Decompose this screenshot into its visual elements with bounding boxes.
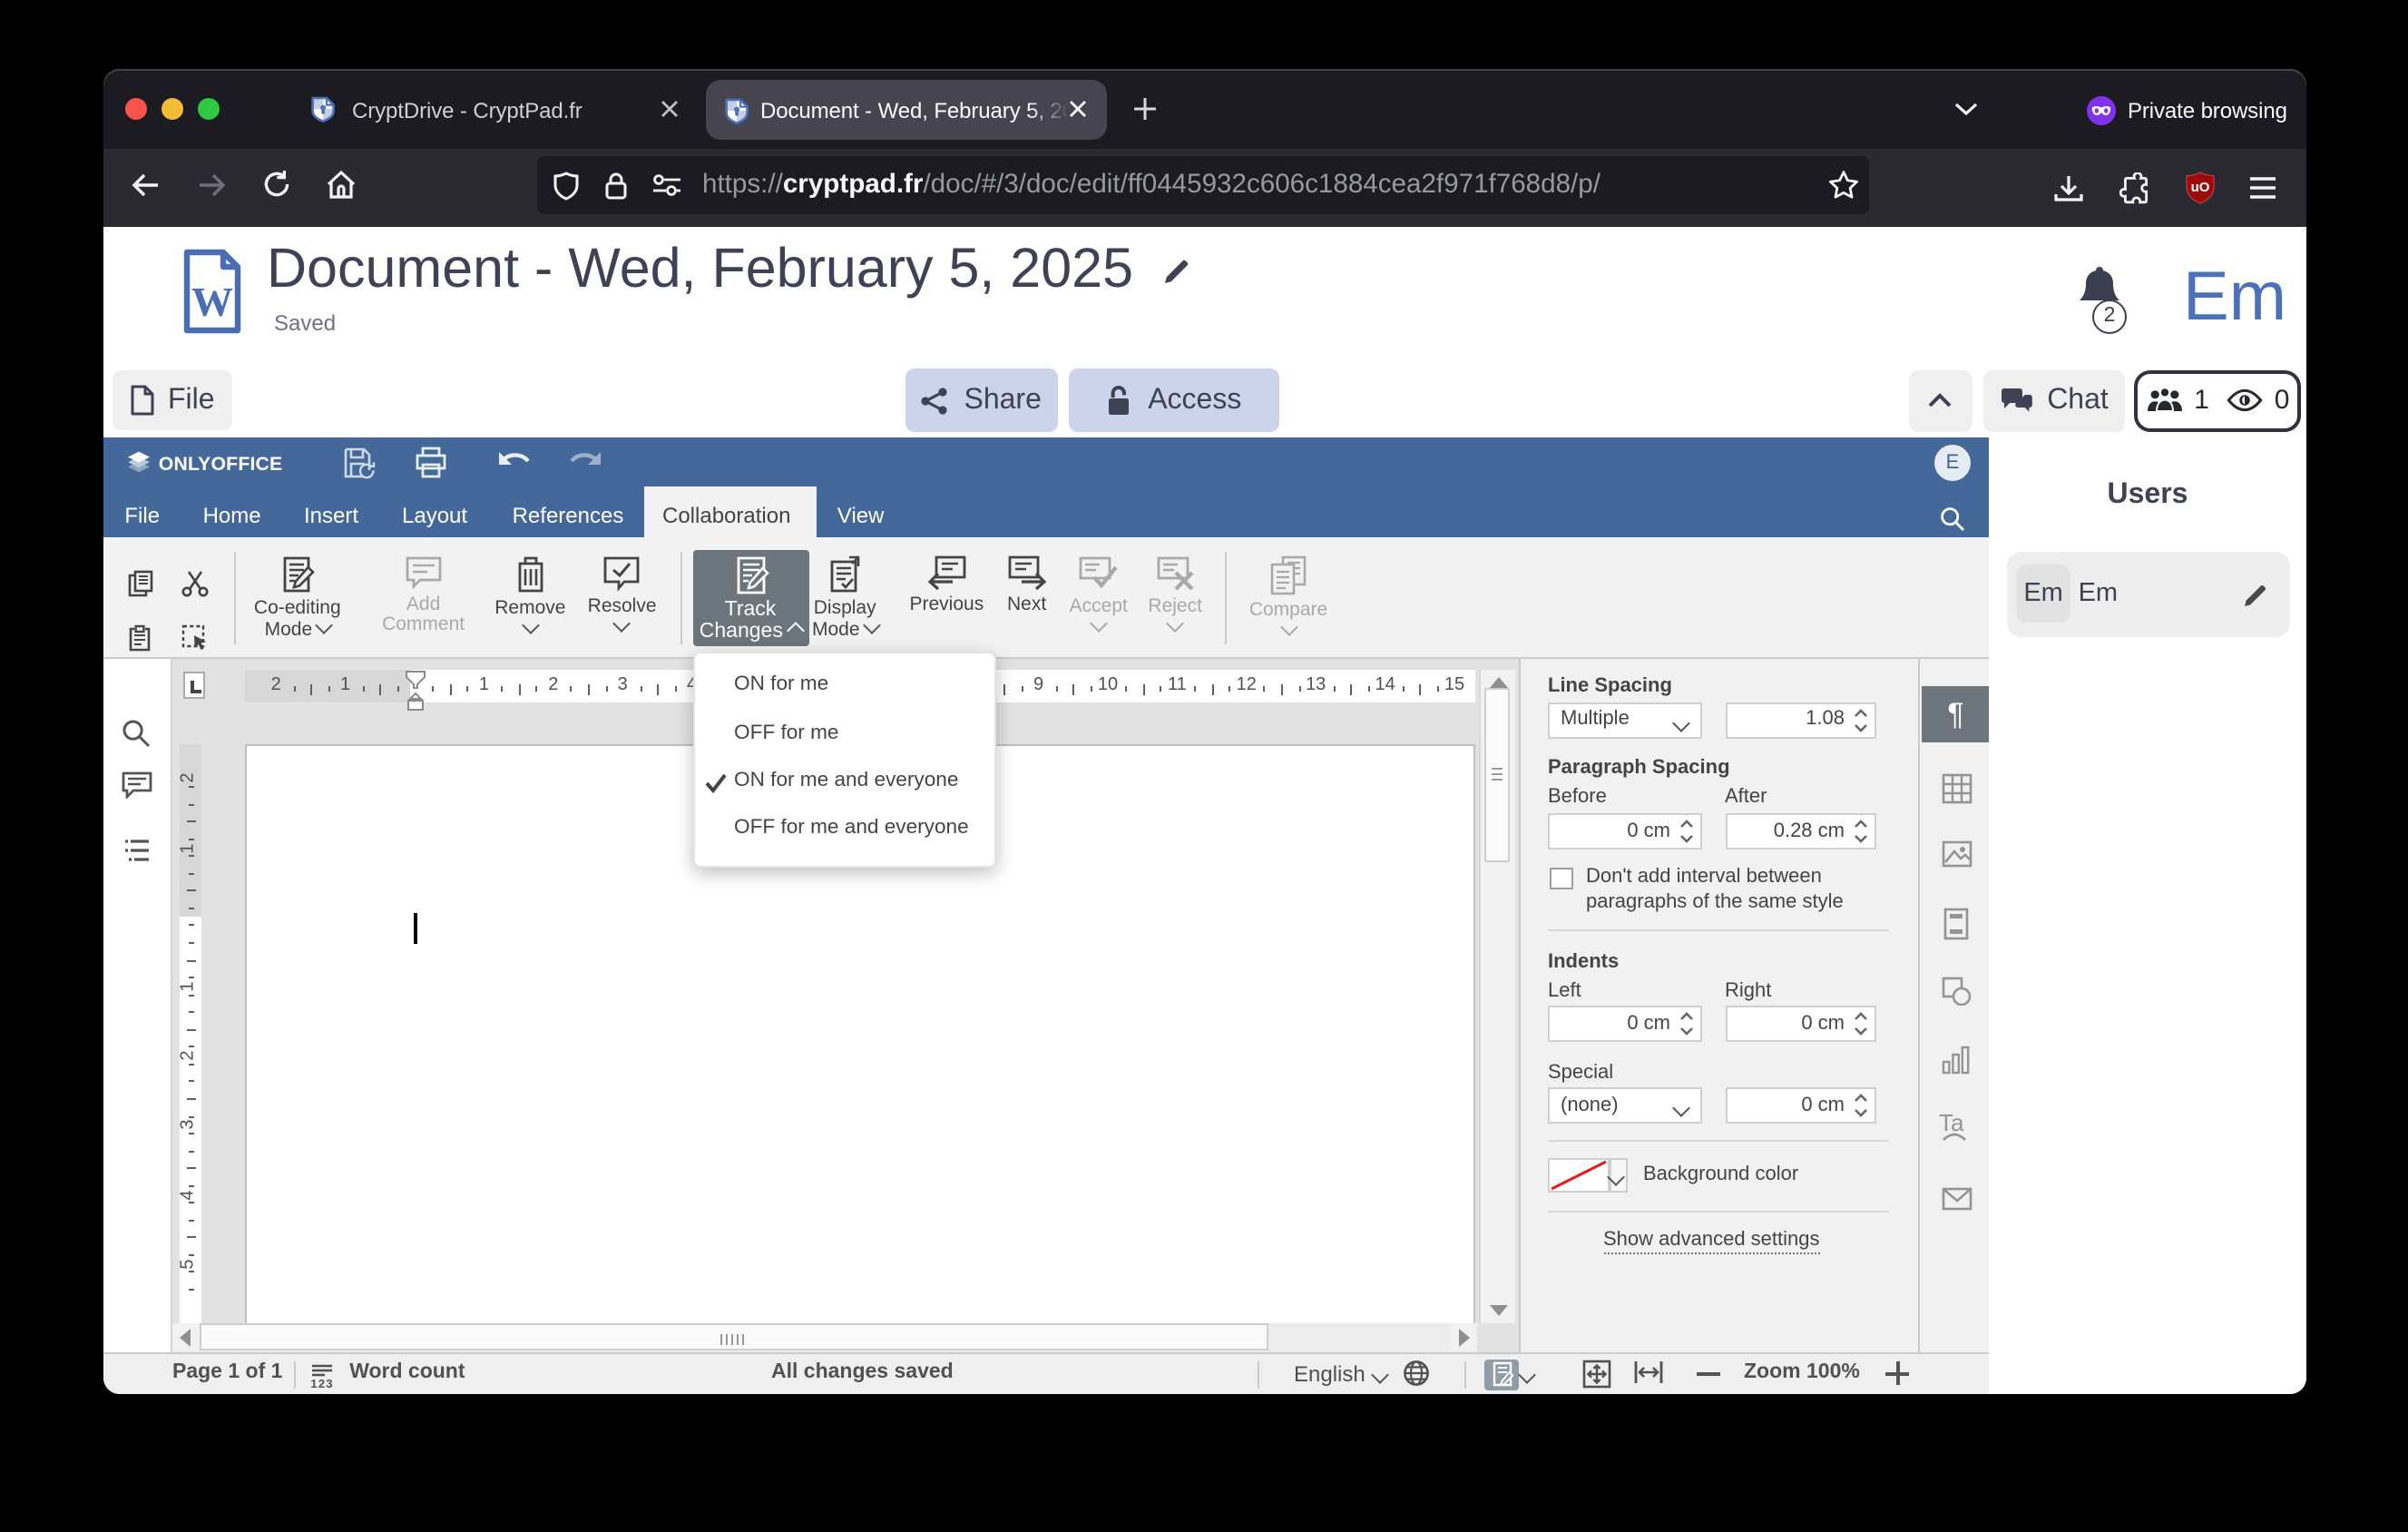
- svg-text:123: 123: [310, 1377, 333, 1389]
- svg-text:W: W: [191, 279, 233, 325]
- svg-text:uO: uO: [2191, 180, 2210, 195]
